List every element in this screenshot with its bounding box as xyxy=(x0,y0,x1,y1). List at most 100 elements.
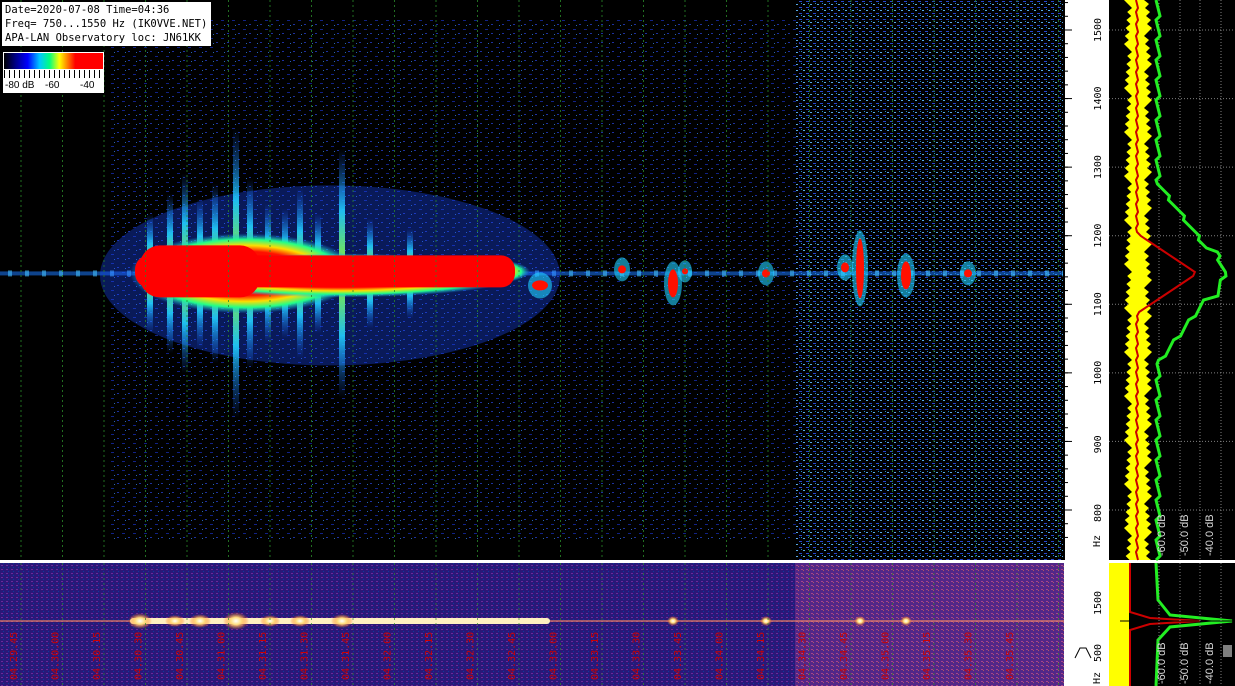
overview-frequency-axis xyxy=(1064,563,1109,686)
spectrum-small-db-labels: -60.0 dB -50.0 dB -40.0 dB xyxy=(1156,642,1216,684)
spectrum-small-db-label: -50.0 dB xyxy=(1179,642,1191,684)
overview-echo xyxy=(760,616,772,626)
overview-peak xyxy=(189,614,211,628)
scroll-handle[interactable] xyxy=(1223,645,1232,657)
overview-x-tick-label: 04.30.30 xyxy=(134,632,145,680)
overview-x-tick-label: 04.34.30 xyxy=(798,632,809,680)
spectrum-db-label: -40.0 dB xyxy=(1204,514,1216,556)
meteor-echo xyxy=(964,269,972,278)
info-date-time: Date=2020-07-08 Time=04:36 xyxy=(5,4,170,16)
info-observatory: APA-LAN Observatory loc: JN61KK xyxy=(5,32,201,44)
overview-peak xyxy=(260,615,280,627)
carrier-speck xyxy=(25,270,29,277)
overview-x-tick-label: 04.33.00 xyxy=(549,632,560,680)
color-scale-label-min: -80 dB xyxy=(5,80,35,91)
panel-divider xyxy=(0,560,1235,563)
overview-x-tick-label: 04.31.00 xyxy=(217,632,228,680)
overview-x-tick-label: 04.33.45 xyxy=(673,632,684,680)
overview-x-tick-label: 04.32.30 xyxy=(466,632,477,680)
color-scale: -80 dB -60 -40 xyxy=(3,52,104,93)
carrier-speck xyxy=(926,270,930,277)
meteor-echo xyxy=(841,262,849,273)
carrier-speck xyxy=(8,270,12,277)
overview-x-tick-label: 04.35.15 xyxy=(922,632,933,680)
spectrum-small-db-label: -40.0 dB xyxy=(1204,642,1216,684)
overview-x-tick-label: 04.29.45 xyxy=(9,632,20,680)
carrier-speck xyxy=(1045,270,1049,277)
carrier-speck xyxy=(790,270,794,277)
frequency-tick-label: 1300 xyxy=(1093,155,1104,179)
spectrum-small-db-label: -60.0 dB xyxy=(1156,642,1168,684)
spectrum-db-labels: -60.0 dB -50.0 dB -40.0 dB xyxy=(1156,514,1216,556)
frequency-tick-label: 1400 xyxy=(1093,86,1104,110)
waterfall-display: 04.29.45 04.30.00 04.30.15 04.30.30 04.30.45… xyxy=(0,0,1235,686)
carrier-speck xyxy=(586,270,590,277)
color-scale-label-mid: -60 xyxy=(45,80,60,91)
color-scale-ticks xyxy=(4,70,103,78)
overview-echo xyxy=(854,616,866,626)
frequency-tick-label: 1500 xyxy=(1093,18,1104,42)
frequency-tick-label: 1000 xyxy=(1093,361,1104,385)
spectrum-small-band xyxy=(1109,563,1129,686)
overview-frequency-unit: Hz xyxy=(1092,672,1103,684)
info-frequency: Freq= 750...1550 Hz (IK0VVE.NET) xyxy=(5,18,208,30)
overview-x-tick-label: 04.33.30 xyxy=(632,632,643,680)
overview-x-tick-label: 04.34.00 xyxy=(715,632,726,680)
overview-x-tick-label: 04.31.45 xyxy=(341,632,352,680)
overview-x-tick-label: 04.31.30 xyxy=(300,632,311,680)
overview-peak xyxy=(223,612,249,630)
overview-x-tick-label: 04.31.15 xyxy=(258,632,269,680)
spectrum-db-label: -60.0 dB xyxy=(1156,514,1168,556)
carrier-speck xyxy=(1028,270,1032,277)
frequency-tick-label: 1100 xyxy=(1093,292,1104,316)
overview-x-tick-label: 04.33.15 xyxy=(590,632,601,680)
carrier-speck xyxy=(824,270,828,277)
carrier-speck xyxy=(93,270,97,277)
meteor-echo xyxy=(618,265,626,274)
overview-x-tick-label: 04.34.45 xyxy=(839,632,850,680)
frequency-tick-label: 1200 xyxy=(1093,224,1104,248)
overview-x-tick-label: 04.35.00 xyxy=(881,632,892,680)
overview-x-tick-label: 04.35.30 xyxy=(964,632,975,680)
carrier-speck xyxy=(637,270,641,277)
overview-peak xyxy=(128,613,152,629)
overview-x-tick-label: 04.30.45 xyxy=(175,632,186,680)
overview-peak xyxy=(290,615,310,627)
meteor-echo xyxy=(901,261,911,290)
frequency-unit-label: Hz xyxy=(1092,535,1103,547)
overview-echo xyxy=(667,616,679,626)
carrier-speck xyxy=(875,270,879,277)
carrier-speck xyxy=(739,270,743,277)
spectrum-db-label: -50.0 dB xyxy=(1179,514,1191,556)
overview-x-tick-label: 04.30.00 xyxy=(51,632,62,680)
carrier-speck xyxy=(76,270,80,277)
overview-x-tick-label: 04.32.45 xyxy=(507,632,518,680)
carrier-speck xyxy=(994,270,998,277)
overview-frequency-tick-label: 500 xyxy=(1093,644,1104,662)
carrier-speck xyxy=(1011,270,1015,277)
carrier-speck xyxy=(569,270,573,277)
meteor-echo xyxy=(762,269,770,278)
info-box: Date=2020-07-08 Time=04:36 Freq= 750...1… xyxy=(2,2,212,46)
carrier-speck xyxy=(977,270,981,277)
overview-x-tick-label: 04.32.15 xyxy=(424,632,435,680)
carrier-speck xyxy=(943,270,947,277)
carrier-speck xyxy=(603,270,607,277)
meteor-echo xyxy=(856,238,864,299)
spectrogram-noise-dense xyxy=(795,0,1064,560)
carrier-speck xyxy=(705,270,709,277)
color-scale-gradient xyxy=(4,53,103,69)
overview-echo xyxy=(900,616,912,626)
overview-peak xyxy=(331,614,353,628)
overview-x-tick-label: 04.34.15 xyxy=(756,632,767,680)
carrier-speck xyxy=(722,270,726,277)
overview-peak xyxy=(165,615,185,627)
carrier-speck xyxy=(654,270,658,277)
overview-frequency-tick-label: 1500 xyxy=(1093,591,1104,615)
frequency-axis xyxy=(1064,0,1109,560)
overview-x-tick-label: 04.35.45 xyxy=(1005,632,1016,680)
overview-x-tick-label: 04.30.15 xyxy=(92,632,103,680)
overview-x-tick-label: 04.32.00 xyxy=(383,632,394,680)
color-scale-label-max: -40 xyxy=(80,80,95,91)
signal-onset xyxy=(140,245,260,298)
